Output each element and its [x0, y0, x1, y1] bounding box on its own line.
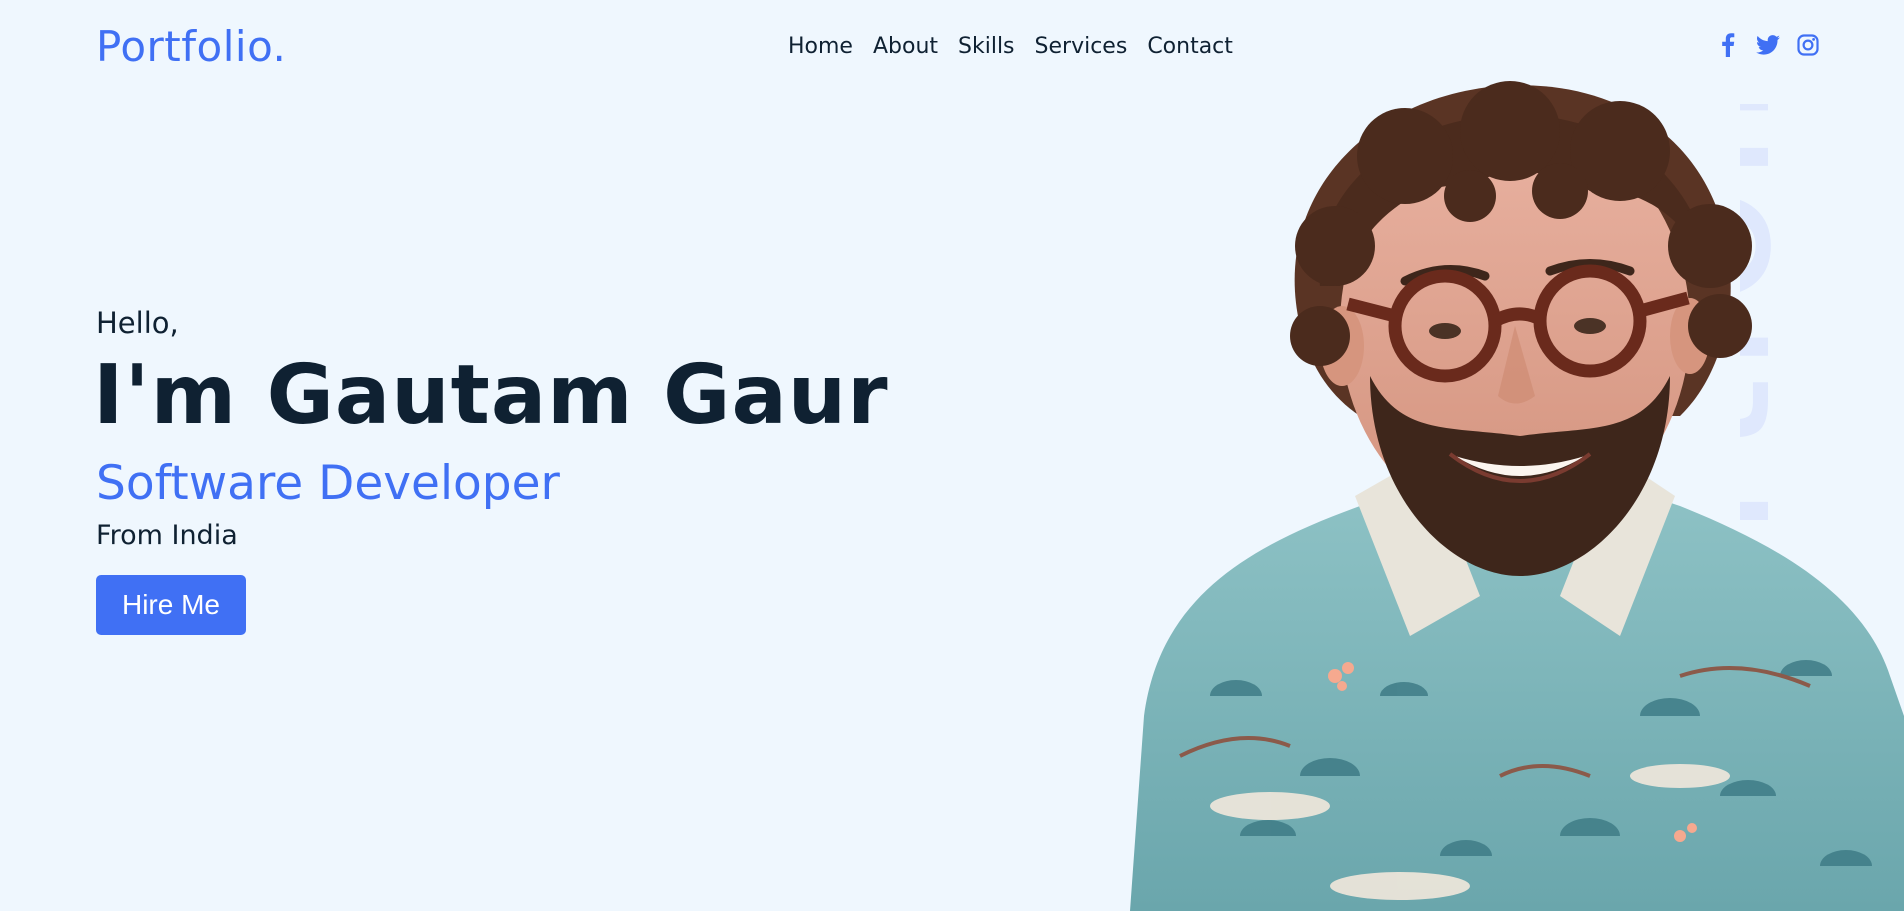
hero-name: I'm Gautam Gaur	[93, 348, 889, 443]
hero-role: Software Developer	[96, 456, 560, 511]
hero-page: Portfolio. Home About Skills Services Co…	[0, 0, 1904, 911]
nav-link-about[interactable]: About	[873, 34, 938, 59]
nav-link-skills[interactable]: Skills	[958, 34, 1015, 59]
nav-link-services[interactable]: Services	[1035, 34, 1128, 59]
instagram-icon[interactable]	[1796, 33, 1820, 57]
hire-me-button[interactable]: Hire Me	[96, 575, 246, 635]
facebook-icon[interactable]	[1716, 33, 1740, 57]
hero-location: From India	[96, 520, 238, 551]
social-links	[1716, 33, 1820, 57]
hero-greeting: Hello,	[96, 306, 179, 340]
main-nav: Home About Skills Services Contact	[788, 34, 1233, 59]
profile-photo	[1130, 81, 1904, 911]
twitter-icon[interactable]	[1756, 33, 1780, 57]
nav-link-contact[interactable]: Contact	[1147, 34, 1233, 59]
nav-link-home[interactable]: Home	[788, 34, 853, 59]
logo-link[interactable]: Portfolio.	[96, 22, 286, 71]
